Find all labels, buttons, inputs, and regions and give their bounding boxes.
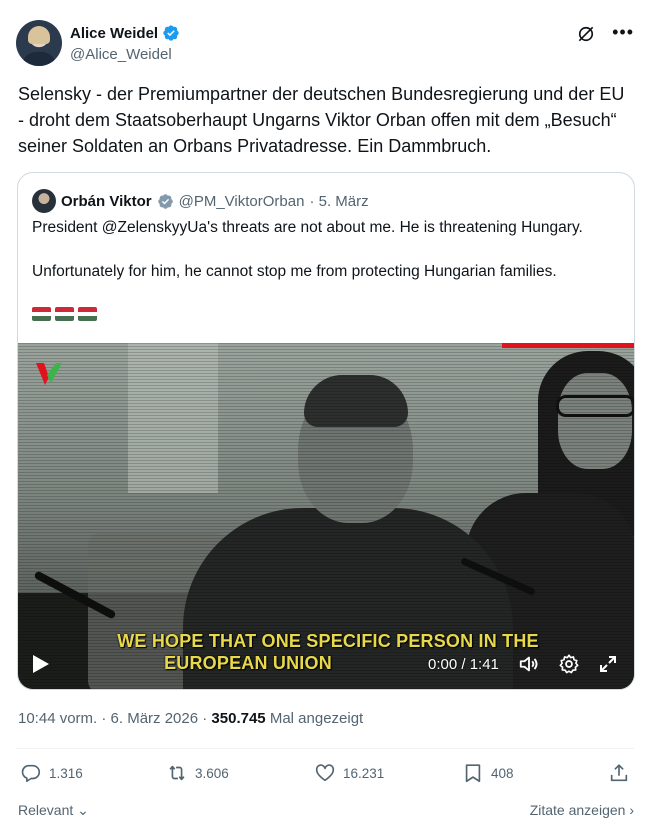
replies-footer: Relevant ⌄ Zitate anzeigen › xyxy=(18,802,634,819)
author-avatar[interactable] xyxy=(16,20,62,66)
view-count-label: Mal angezeigt xyxy=(265,710,364,727)
verified-badge-icon xyxy=(163,25,179,41)
sort-dropdown[interactable]: Relevant ⌄ xyxy=(18,802,89,818)
reply-icon xyxy=(21,764,41,783)
like-count: 16.231 xyxy=(343,765,385,781)
author-name-row: Alice Weidel xyxy=(70,24,180,42)
play-icon[interactable] xyxy=(32,654,50,674)
hungary-flag-icon xyxy=(32,307,51,321)
more-icon[interactable]: ••• xyxy=(612,22,634,43)
timestamp[interactable]: 10:44 vorm. · 6. März 2026 · xyxy=(18,710,211,727)
quote-text: President @ZelenskyyUa's threats are not… xyxy=(32,217,622,305)
quote-text-paragraph-1: President @ZelenskyyUa's threats are not… xyxy=(32,219,583,236)
grok-icon[interactable] xyxy=(576,24,596,44)
share-button[interactable] xyxy=(608,762,630,784)
fullscreen-icon[interactable] xyxy=(598,654,618,674)
reply-button[interactable]: 1.316 xyxy=(20,762,83,784)
tweet-meta: 10:44 vorm. · 6. März 2026 · 350.745 Mal… xyxy=(18,710,363,727)
quote-text-paragraph-2: Unfortunately for him, he cannot stop me… xyxy=(32,263,557,280)
quote-header: Orbán Viktor @PM_ViktorOrban · 5. März xyxy=(32,189,369,213)
author-display-name[interactable]: Alice Weidel xyxy=(70,25,158,42)
like-button[interactable]: 16.231 xyxy=(314,762,384,784)
repost-icon xyxy=(169,765,185,781)
verified-badge-icon xyxy=(157,193,173,209)
quote-author-handle: @PM_ViktorOrban xyxy=(178,192,305,210)
channel-logo-icon xyxy=(36,363,62,385)
video-red-accent xyxy=(502,343,634,348)
repost-button[interactable]: 3.606 xyxy=(166,762,229,784)
view-count: 350.745 xyxy=(211,710,266,727)
settings-icon[interactable] xyxy=(558,653,580,675)
bookmark-count: 408 xyxy=(491,765,514,781)
volume-icon[interactable] xyxy=(518,653,540,675)
share-icon xyxy=(610,764,628,782)
chevron-right-icon: › xyxy=(625,802,634,818)
divider xyxy=(16,748,634,749)
quote-author-name: Orbán Viktor xyxy=(61,192,152,210)
bookmark-button[interactable]: 408 xyxy=(462,762,514,784)
sort-label: Relevant xyxy=(18,802,74,818)
quoted-tweet[interactable]: Orbán Viktor @PM_ViktorOrban · 5. März P… xyxy=(17,172,635,690)
reply-count: 1.316 xyxy=(49,765,83,781)
quote-date: · 5. März xyxy=(309,192,369,210)
chevron-down-icon: ⌄ xyxy=(73,802,89,818)
hungary-flag-icon xyxy=(78,307,97,321)
tweet-header: Alice Weidel @Alice_Weidel ••• xyxy=(16,18,636,68)
bookmark-icon xyxy=(465,764,481,783)
video-subtitle-line-1: WE HOPE THAT ONE SPECIFIC PERSON IN THE xyxy=(117,631,539,651)
video-time: 0:00 / 1:41 xyxy=(428,656,499,673)
author-handle[interactable]: @Alice_Weidel xyxy=(70,46,172,63)
quote-author-avatar xyxy=(32,189,56,213)
hungary-flag-icon xyxy=(55,307,74,321)
action-bar: 1.316 3.606 16.231 408 xyxy=(18,762,634,790)
tweet-text: Selensky - der Premiumpartner der deutsc… xyxy=(18,84,625,156)
repost-count: 3.606 xyxy=(195,765,229,781)
like-icon xyxy=(315,764,335,782)
view-quotes-label: Zitate anzeigen xyxy=(529,802,626,818)
video-player[interactable]: WE HOPE THAT ONE SPECIFIC PERSON IN THE … xyxy=(18,343,634,689)
view-quotes-link[interactable]: Zitate anzeigen › xyxy=(530,802,634,818)
hungary-flags xyxy=(32,307,97,321)
